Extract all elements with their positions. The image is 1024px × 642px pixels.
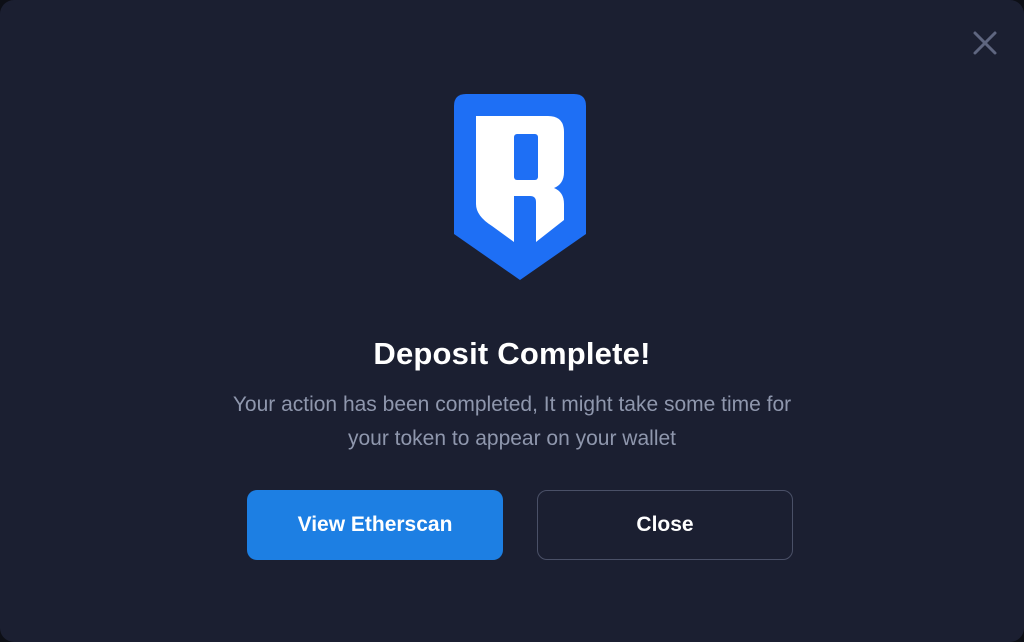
view-etherscan-button[interactable]: View Etherscan bbox=[247, 490, 503, 560]
close-button[interactable]: Close bbox=[537, 490, 793, 560]
dialog-title: Deposit Complete! bbox=[373, 336, 651, 371]
close-icon[interactable] bbox=[970, 28, 1000, 58]
ronin-logo-icon bbox=[454, 94, 586, 280]
deposit-complete-dialog: Deposit Complete! Your action has been c… bbox=[0, 0, 1024, 642]
dialog-message: Your action has been completed, It might… bbox=[232, 393, 792, 450]
